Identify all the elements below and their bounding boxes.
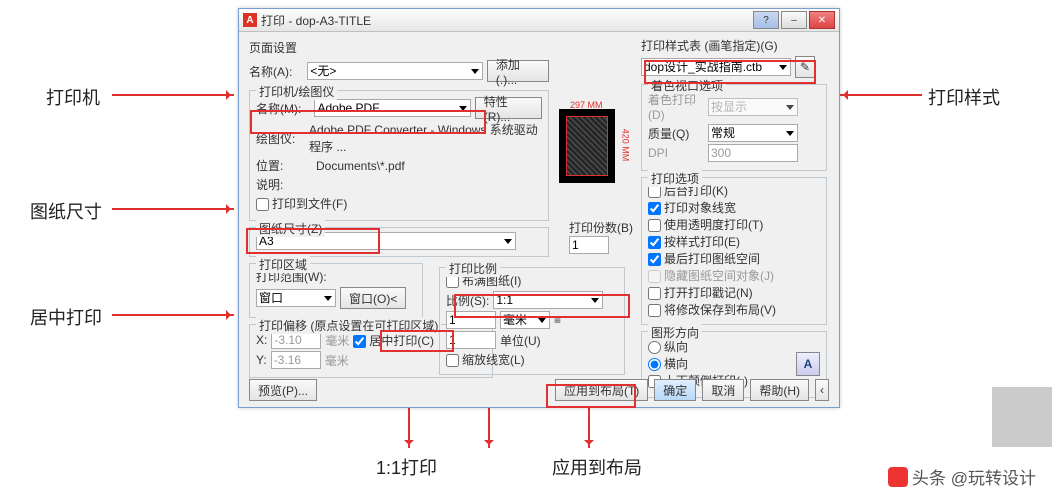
mosaic-blur xyxy=(992,387,1052,447)
scale-num-input[interactable] xyxy=(446,311,496,329)
callout-paper: 图纸尺寸 xyxy=(30,198,102,224)
scale-ratio-select[interactable]: 1:1 xyxy=(493,291,603,309)
copies-label: 打印份数(B) xyxy=(569,219,633,236)
opt-stamp[interactable]: 打开打印戳记(N) xyxy=(648,286,753,300)
scale-den-unit: 单位(U) xyxy=(500,332,541,349)
titlebar: A 打印 - dop-A3-TITLE ? – ✕ xyxy=(239,9,839,32)
y-label: Y: xyxy=(256,353,267,367)
opt-hide: 隐藏图纸空间对象(J) xyxy=(648,269,774,283)
quality-select[interactable]: 常规 xyxy=(708,124,798,142)
ratio-label: 比例(S): xyxy=(446,292,489,309)
opt-lw[interactable]: 打印对象线宽 xyxy=(648,201,736,215)
arrow xyxy=(112,94,234,96)
opt-styles[interactable]: 按样式打印(E) xyxy=(648,235,740,249)
callout-style: 打印样式 xyxy=(928,84,1000,110)
arrow xyxy=(588,406,590,448)
name-label: 名称(A): xyxy=(249,63,303,80)
dpi-label: DPI xyxy=(648,146,704,160)
options-heading: 打印选项 xyxy=(648,170,702,187)
orient-portrait[interactable]: 纵向 xyxy=(648,340,688,354)
styletable-heading: 打印样式表 (画笔指定)(G) xyxy=(641,37,827,54)
help-button[interactable]: 帮助(H) xyxy=(750,379,809,401)
offset-x-unit: 毫米 xyxy=(325,332,349,349)
location-value: Documents\*.pdf xyxy=(316,159,405,173)
orient-heading: 图形方向 xyxy=(648,324,702,341)
close-button[interactable]: ✕ xyxy=(809,11,835,29)
page-setup-name-select[interactable]: <无> xyxy=(307,62,483,80)
x-label: X: xyxy=(256,333,267,347)
shade-select: 按显示 xyxy=(708,98,798,116)
location-label: 位置: xyxy=(256,157,312,174)
ok-button[interactable]: 确定 xyxy=(654,379,696,401)
orient-landscape[interactable]: 横向 xyxy=(648,357,688,371)
printer-heading: 打印机/绘图仪 xyxy=(256,83,337,100)
printer-props-button[interactable]: 特性(R)... xyxy=(475,97,542,119)
preview-width: 297 MM xyxy=(570,100,603,110)
callout-apply: 应用到布局 xyxy=(552,454,642,480)
equals-icon: ≡ xyxy=(554,313,561,327)
driver-label: 绘图仪: xyxy=(256,130,305,147)
help-window-button[interactable]: ? xyxy=(753,11,779,29)
orientation-icon: A xyxy=(796,352,820,376)
center-print-checkbox[interactable]: 居中打印(C) xyxy=(353,332,434,349)
plot-style-select[interactable]: dop设计_实战指南.ctb xyxy=(641,58,791,76)
callout-printer: 打印机 xyxy=(46,84,100,110)
paper-preview: 297 MM 420 MM xyxy=(559,109,615,183)
scale-unit-select[interactable]: 毫米 xyxy=(500,311,550,329)
watermark: 头条 @玩转设计 xyxy=(888,464,1036,489)
preview-height: 420 MM xyxy=(621,129,631,162)
preview-button[interactable]: 预览(P)... xyxy=(249,379,317,401)
printer-name-label: 名称(M): xyxy=(256,100,310,117)
driver-value: Adobe PDF Converter - Windows 系统驱动程序 ... xyxy=(309,121,542,155)
desc-label: 说明: xyxy=(256,176,312,193)
arrow xyxy=(112,314,234,316)
scale-lineweight-checkbox[interactable]: 缩放线宽(L) xyxy=(446,353,525,367)
arrow xyxy=(840,94,922,96)
shade-label: 着色打印(D) xyxy=(648,91,704,122)
offset-heading: 打印偏移 (原点设置在可打印区域) xyxy=(256,317,441,334)
copies-input[interactable] xyxy=(569,236,609,254)
print-dialog: A 打印 - dop-A3-TITLE ? – ✕ 页面设置 名称(A): <无… xyxy=(238,8,840,408)
scale-den-input[interactable] xyxy=(446,331,496,349)
app-logo-icon: A xyxy=(243,13,257,27)
add-page-setup-button[interactable]: 添加(.)... xyxy=(487,60,549,82)
offset-y-input xyxy=(271,351,321,369)
window-pick-button[interactable]: 窗口(O)< xyxy=(340,287,406,309)
cancel-button[interactable]: 取消 xyxy=(702,379,744,401)
window-title: 打印 - dop-A3-TITLE xyxy=(261,12,749,29)
opt-paperspace[interactable]: 最后打印图纸空间 xyxy=(648,252,760,266)
callout-center: 居中打印 xyxy=(30,304,102,330)
dpi-input xyxy=(708,144,798,162)
printer-name-select[interactable]: Adobe PDF xyxy=(314,99,470,117)
opt-save[interactable]: 将修改保存到布局(V) xyxy=(648,303,776,317)
area-heading: 打印区域 xyxy=(256,256,310,273)
opt-transp[interactable]: 使用透明度打印(T) xyxy=(648,218,763,232)
print-to-file-checkbox[interactable]: 打印到文件(F) xyxy=(256,195,347,212)
minimize-button[interactable]: – xyxy=(781,11,807,29)
arrow xyxy=(112,208,234,210)
callout-ratio: 1:1打印 xyxy=(376,454,437,480)
expand-button[interactable]: ‹ xyxy=(815,379,829,401)
plot-style-edit-button[interactable]: ✎ xyxy=(795,56,815,78)
quality-label: 质量(Q) xyxy=(648,125,704,142)
paper-heading: 图纸尺寸(Z) xyxy=(256,220,325,237)
watermark-icon xyxy=(888,467,908,487)
offset-y-unit: 毫米 xyxy=(325,352,349,369)
page-setup-heading: 页面设置 xyxy=(249,39,549,56)
viewport-heading: 着色视口选项 xyxy=(648,77,726,94)
scale-heading: 打印比例 xyxy=(446,260,500,277)
apply-to-layout-button[interactable]: 应用到布局(T) xyxy=(555,379,648,401)
print-what-select[interactable]: 窗口 xyxy=(256,289,336,307)
